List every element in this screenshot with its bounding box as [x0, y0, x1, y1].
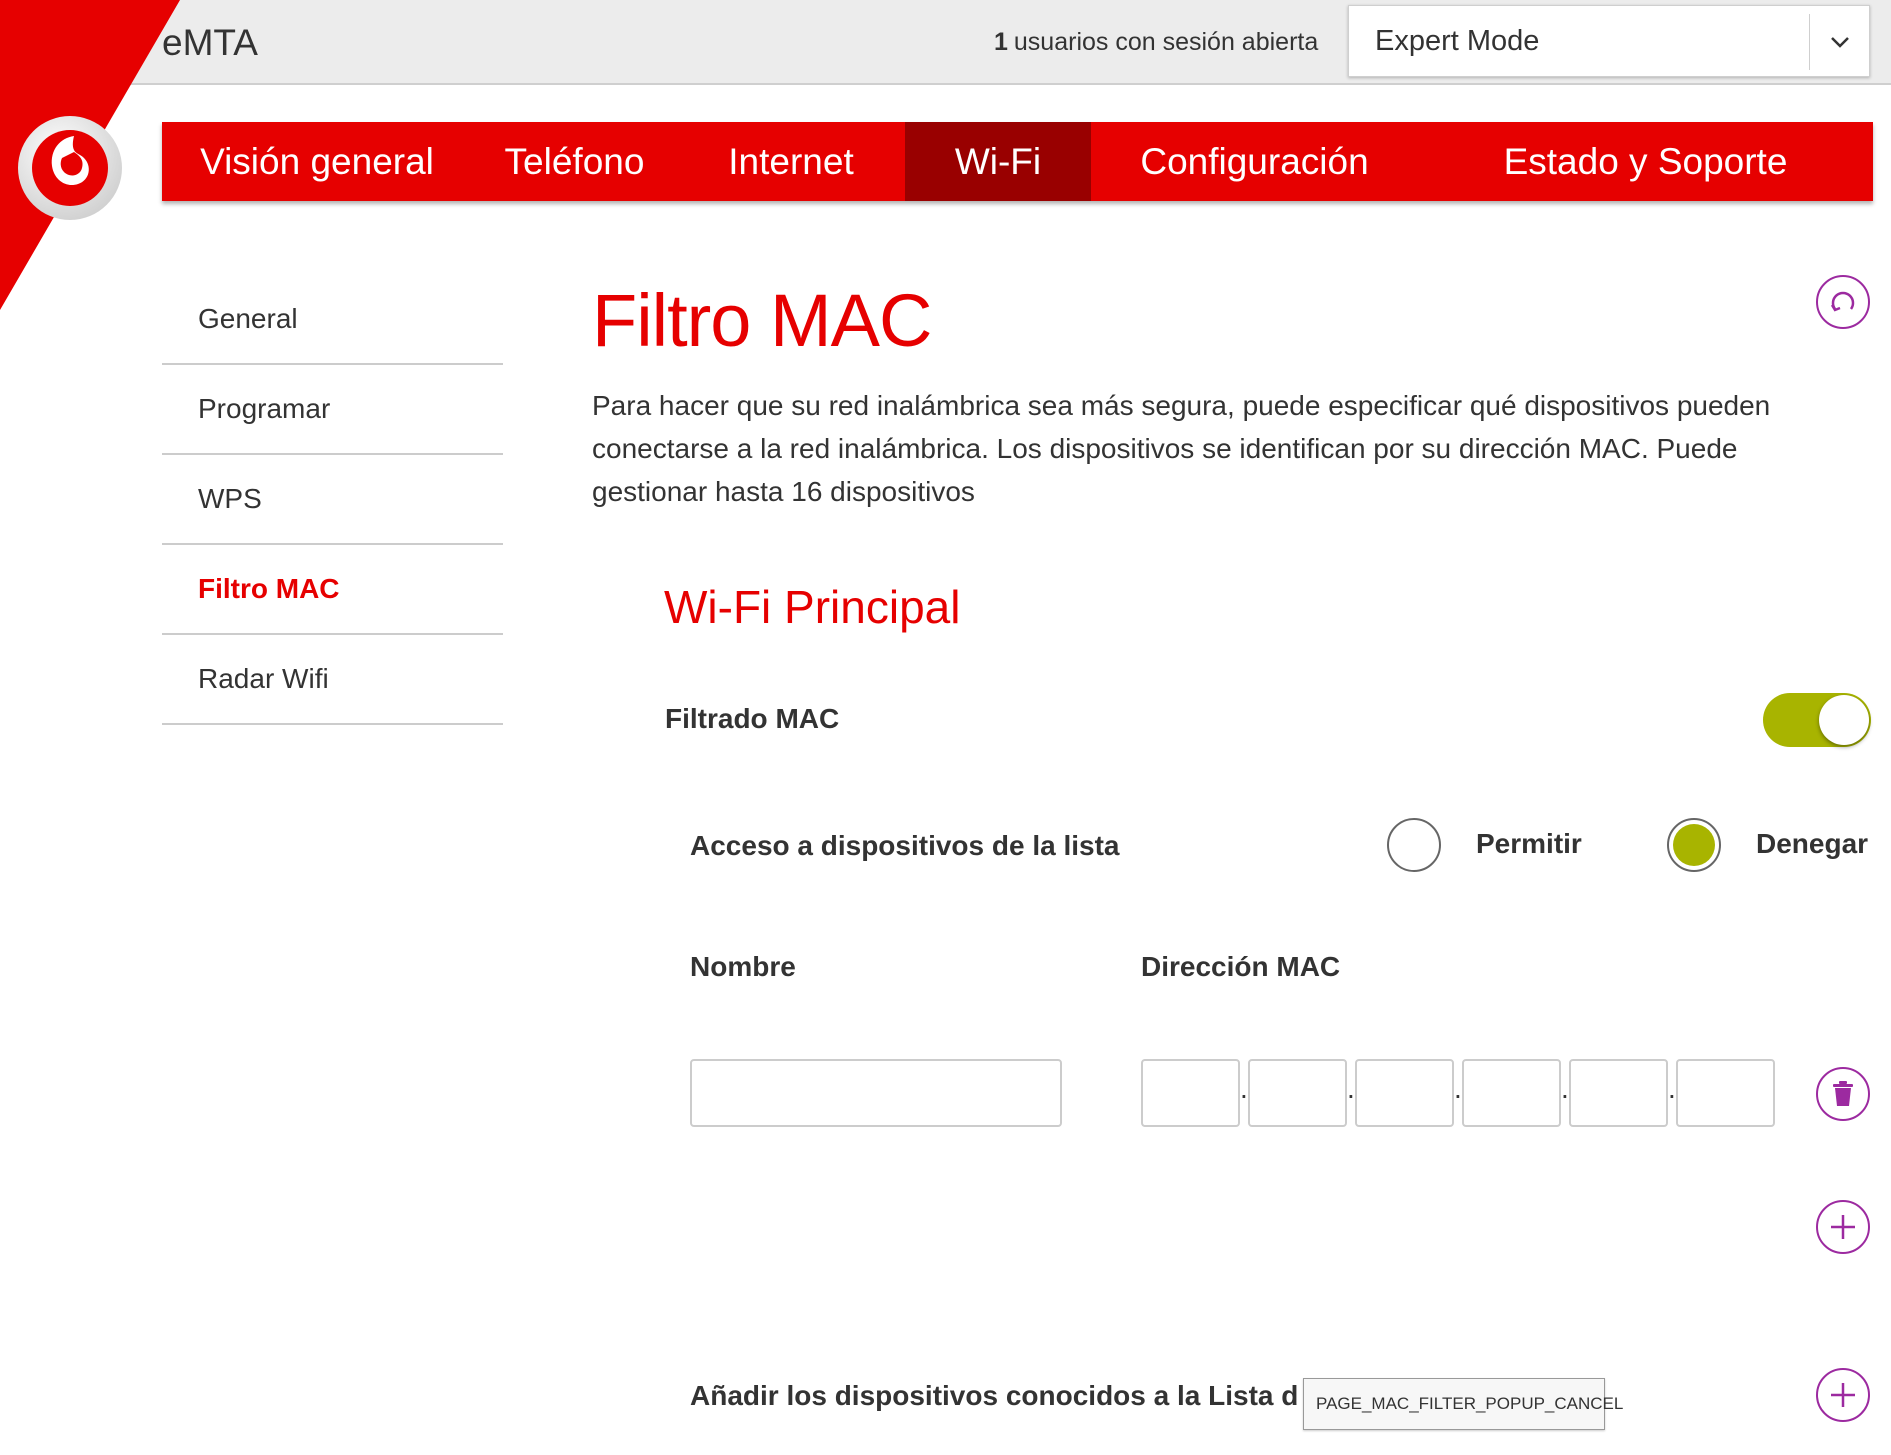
- add-known-devices-label: Añadir los dispositivos conocidos a la L…: [690, 1380, 1299, 1411]
- add-known-devices-button[interactable]: [1816, 1368, 1870, 1422]
- users-count: 1: [994, 28, 1008, 56]
- mac-octet-3-input[interactable]: [1355, 1059, 1454, 1127]
- plus-icon: [1831, 1215, 1855, 1239]
- tooltip: PAGE_MAC_FILTER_POPUP_CANCEL: [1303, 1378, 1623, 1430]
- users-text: usuarios con sesión abierta: [1013, 28, 1319, 56]
- mode-select-value: Expert Mode: [1375, 25, 1540, 57]
- mac-separator: .: [1347, 1073, 1355, 1104]
- mac-octet-5-input[interactable]: [1569, 1059, 1668, 1127]
- mac-separator: .: [1561, 1073, 1569, 1104]
- page-title: Filtro MAC: [592, 279, 932, 362]
- nav-item-configuracion[interactable]: Configuración: [1091, 122, 1418, 201]
- plus-icon: [1831, 1383, 1855, 1407]
- mac-filter-toggle[interactable]: [1763, 693, 1871, 747]
- column-header-name: Nombre: [690, 951, 796, 982]
- sidebar-item-wps[interactable]: WPS: [162, 455, 503, 545]
- trash-icon: [1833, 1081, 1853, 1106]
- section-title: Wi-Fi Principal: [664, 581, 961, 633]
- sidebar-item-programar[interactable]: Programar: [162, 365, 503, 455]
- users-session-info: 1 usuarios con sesión abierta: [994, 28, 1318, 57]
- radio-denegar-label[interactable]: Denegar: [1756, 828, 1868, 860]
- mode-select[interactable]: Expert Mode: [1348, 5, 1870, 77]
- sidebar-item-general[interactable]: General: [162, 275, 503, 365]
- column-header-mac: Dirección MAC: [1141, 951, 1341, 982]
- mac-octet-6-input[interactable]: [1676, 1059, 1775, 1127]
- mac-octet-1-input[interactable]: [1141, 1059, 1240, 1127]
- nav-item-internet[interactable]: Internet: [677, 122, 905, 201]
- refresh-icon: [1830, 291, 1855, 312]
- add-device-button[interactable]: [1816, 1200, 1870, 1254]
- sidebar-item-filtro-mac[interactable]: Filtro MAC: [162, 545, 503, 635]
- mac-separator: .: [1454, 1073, 1462, 1104]
- nav-item-telefono[interactable]: Teléfono: [472, 122, 677, 201]
- top-bar: eMTA 1 usuarios con sesión abierta Expert…: [0, 0, 1891, 85]
- toggle-knob: [1819, 695, 1869, 745]
- radio-permitir-label[interactable]: Permitir: [1476, 828, 1582, 860]
- radio-permitir[interactable]: [1387, 818, 1441, 872]
- sidebar-item-radar-wifi[interactable]: Radar Wifi: [162, 635, 503, 725]
- radio-selected-dot: [1673, 824, 1715, 866]
- page-description: Para hacer que su red inalámbrica sea má…: [592, 390, 1771, 507]
- access-label: Acceso a dispositivos de la lista: [690, 830, 1120, 861]
- chevron-down-icon[interactable]: [1809, 14, 1869, 70]
- mac-octet-2-input[interactable]: [1248, 1059, 1347, 1127]
- device-name-input[interactable]: [690, 1059, 1062, 1127]
- nav-item-estado-soporte[interactable]: Estado y Soporte: [1418, 122, 1873, 201]
- refresh-button[interactable]: [1816, 275, 1870, 329]
- vodafone-logo[interactable]: [16, 114, 124, 222]
- radio-denegar[interactable]: [1667, 818, 1721, 872]
- mac-octet-4-input[interactable]: [1462, 1059, 1561, 1127]
- mac-filter-label: Filtrado MAC: [665, 703, 840, 734]
- mac-separator: .: [1240, 1073, 1248, 1104]
- nav-item-wifi[interactable]: Wi-Fi: [905, 122, 1091, 201]
- nav-item-vision-general[interactable]: Visión general: [162, 122, 472, 201]
- main-nav: Visión general Teléfono Internet Wi-Fi C…: [162, 122, 1873, 201]
- delete-device-button[interactable]: [1816, 1067, 1870, 1121]
- mac-separator: .: [1668, 1073, 1676, 1104]
- sidebar: General Programar WPS Filtro MAC Radar W…: [162, 275, 503, 725]
